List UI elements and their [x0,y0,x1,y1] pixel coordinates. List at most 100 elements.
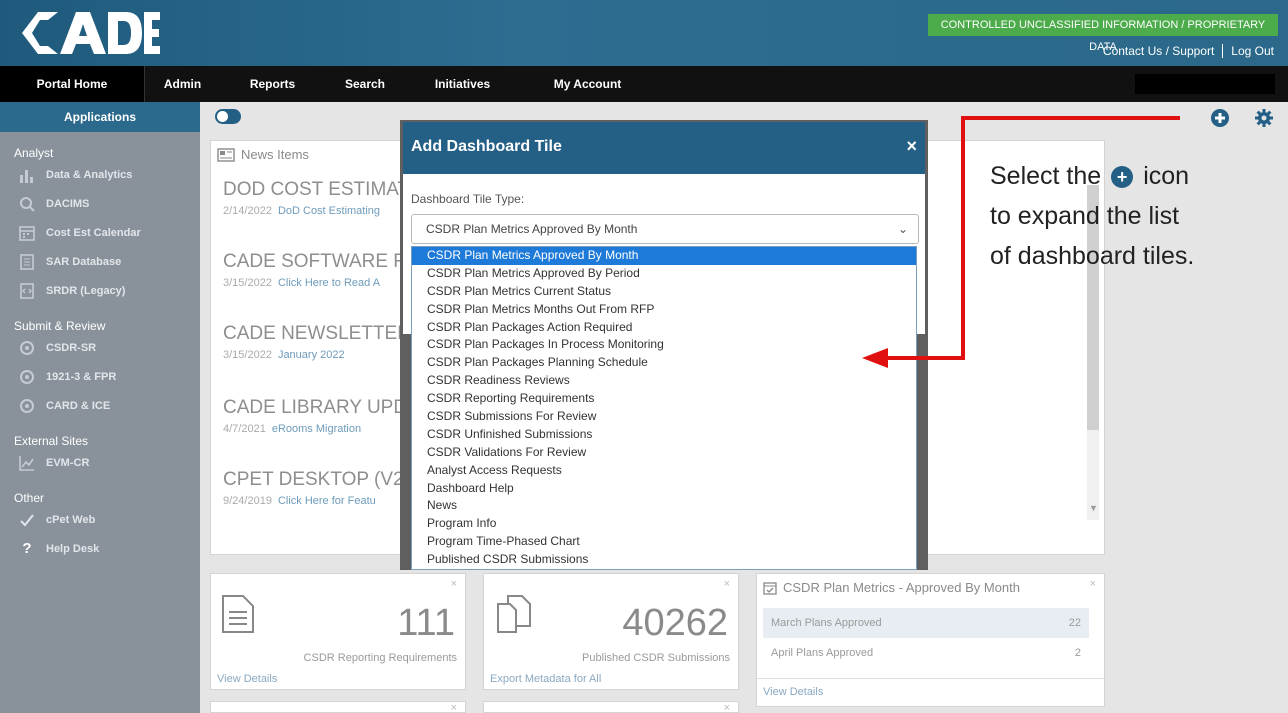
sidebar-item-evm-cr[interactable]: EVM-CR [0,448,200,477]
sidebar-item-label: Data & Analytics [46,168,133,181]
close-icon[interactable]: × [451,578,457,590]
document-icon [222,595,254,633]
tile-type-select[interactable]: CSDR Plan Metrics Approved By Month ⌄ [411,214,919,244]
sidebar-item-label: SRDR (Legacy) [46,284,126,297]
sidebar-item-label: CSDR-SR [46,341,97,354]
dropdown-option[interactable]: Published CSDR Submissions [412,551,916,569]
add-tile-icon[interactable] [1210,108,1230,128]
app-header: CONTROLLED UNCLASSIFIED INFORMATION / PR… [0,0,1288,66]
newspaper-icon [217,147,235,162]
metrics-row: April Plans Approved 2 [771,647,1081,659]
sidebar-item-label: Cost Est Calendar [46,226,141,239]
tile-type-label: Dashboard Tile Type: [411,192,525,206]
dashboard-toolbar [1210,108,1274,128]
close-icon[interactable]: × [724,578,730,590]
sidebar-item-label: CARD & ICE [46,399,111,412]
dropdown-option[interactable]: News [412,497,916,515]
news-item[interactable]: CADE LIBRARY UPDA 4/7/2021 eRooms Migrati… [223,397,420,435]
sidebar-item-cost-est-calendar[interactable]: Cost Est Calendar [0,218,200,247]
instruction-text: Select the + icon to expand the list of da… [990,162,1195,270]
nav-reports[interactable]: Reports [220,66,325,102]
dropdown-option[interactable]: CSDR Plan Metrics Months Out From RFP [412,301,916,319]
line-chart-icon [19,455,34,471]
database-icon [20,253,34,270]
link-separator [1222,44,1224,58]
gear-badge-icon [20,369,34,384]
news-item[interactable]: CADE NEWSLETTER 3/15/2022 January 2022 [223,323,411,361]
nav-admin[interactable]: Admin [145,66,220,102]
dropdown-option[interactable]: CSDR Unfinished Submissions [412,426,916,444]
dropdown-option[interactable]: CSDR Readiness Reviews [412,372,916,390]
calendar-check-icon [763,581,777,595]
cade-logo[interactable] [18,6,160,60]
redacted-user-box [1135,74,1275,94]
copy-documents-icon [497,595,531,633]
sidebar-section-submit-review: Submit & Review [14,319,106,333]
published-submissions-tile: × 40262 Published CSDR Submissions Expor… [483,573,739,690]
reporting-requirements-tile: × 111 CSDR Reporting Requirements View D… [210,573,466,690]
close-icon[interactable]: × [724,702,730,713]
news-item[interactable]: DOD COST ESTIMATI 2/14/2022 DoD Cost Esti… [223,179,414,217]
sidebar-item-label: EVM-CR [46,456,90,469]
sidebar-item-label: SAR Database [46,255,122,268]
cui-banner: CONTROLLED UNCLASSIFIED INFORMATION / PR… [928,14,1278,53]
published-count: 40262 [622,602,728,644]
close-icon[interactable]: × [1090,578,1096,590]
tile-type-dropdown: CSDR Plan Metrics Approved By Month CSDR… [411,246,917,570]
view-details-link[interactable]: View Details [763,686,823,698]
logout-link[interactable]: Log Out [1231,44,1274,58]
dropdown-option[interactable]: Program Info [412,515,916,533]
tile-label: Published CSDR Submissions [582,652,730,664]
dropdown-option[interactable]: CSDR Plan Metrics Current Status [412,283,916,301]
nav-initiatives[interactable]: Initiatives [405,66,520,102]
metrics-row: March Plans Approved 22 [763,608,1089,638]
tile-stub: × [483,701,739,713]
dropdown-option[interactable]: Analyst Access Requests [412,462,916,480]
dropdown-option[interactable]: CSDR Plan Metrics Approved By Month [412,247,916,265]
news-item[interactable]: CADE SOFTWARE RE 3/15/2022 Click Here to … [223,251,420,289]
export-metadata-link[interactable]: Export Metadata for All [490,673,601,685]
dropdown-option[interactable]: CSDR Validations For Review [412,444,916,462]
layout-toggle[interactable] [215,109,241,124]
sidebar-item-dacims[interactable]: DACIMS [0,189,200,218]
dropdown-option[interactable]: Program Time-Phased Chart [412,533,916,551]
sidebar-item-csdr-sr[interactable]: CSDR-SR [0,333,200,362]
sidebar: Applications Analyst Data & Analytics DA… [0,102,200,713]
nav-my-account[interactable]: My Account [520,66,655,102]
nav-portal-home[interactable]: Portal Home [0,66,145,102]
main-nav: Portal Home Admin Reports Search Initiat… [0,66,1288,102]
gear-badge-icon [20,398,34,413]
dropdown-option[interactable]: CSDR Plan Packages Planning Schedule [412,354,916,372]
scroll-down-icon[interactable]: ▼ [1089,503,1098,513]
top-links: Contact Us / Support Log Out [1103,44,1274,58]
modal-header: Add Dashboard Tile × [403,122,925,174]
nav-search[interactable]: Search [325,66,405,102]
sidebar-item-help-desk[interactable]: ? Help Desk [0,534,200,563]
sidebar-section-other: Other [14,491,45,505]
sidebar-item-cpet-web[interactable]: cPet Web [0,505,200,534]
sidebar-title[interactable]: Applications [0,102,200,132]
sidebar-item-srdr-legacy[interactable]: SRDR (Legacy) [0,276,200,305]
news-item[interactable]: CPET DESKTOP (V2.7 9/24/2019 Click Here f… [223,469,419,507]
gear-badge-icon [20,340,34,355]
dropdown-option[interactable]: Dashboard Help [412,480,916,498]
view-details-link[interactable]: View Details [217,673,277,685]
dropdown-option[interactable]: CSDR Reporting Requirements [412,390,916,408]
news-panel-title: News Items [217,147,309,162]
calendar-icon [19,225,35,241]
dropdown-option[interactable]: CSDR Plan Packages Action Required [412,319,916,337]
sidebar-item-sar-database[interactable]: SAR Database [0,247,200,276]
reporting-count: 111 [397,602,455,644]
sidebar-section-external-sites: External Sites [14,434,89,448]
check-icon [20,513,34,526]
sidebar-item-data-analytics[interactable]: Data & Analytics [0,160,200,189]
sidebar-item-card-ice[interactable]: CARD & ICE [0,391,200,420]
gear-icon[interactable] [1254,108,1274,128]
contact-support-link[interactable]: Contact Us / Support [1103,44,1214,58]
dropdown-option[interactable]: CSDR Plan Packages In Process Monitoring [412,336,916,354]
magnifier-icon [20,196,35,212]
sidebar-item-1921-3-fpr[interactable]: 1921-3 & FPR [0,362,200,391]
close-icon[interactable]: × [451,702,457,713]
dropdown-option[interactable]: CSDR Plan Metrics Approved By Period [412,265,916,283]
dropdown-option[interactable]: CSDR Submissions For Review [412,408,916,426]
